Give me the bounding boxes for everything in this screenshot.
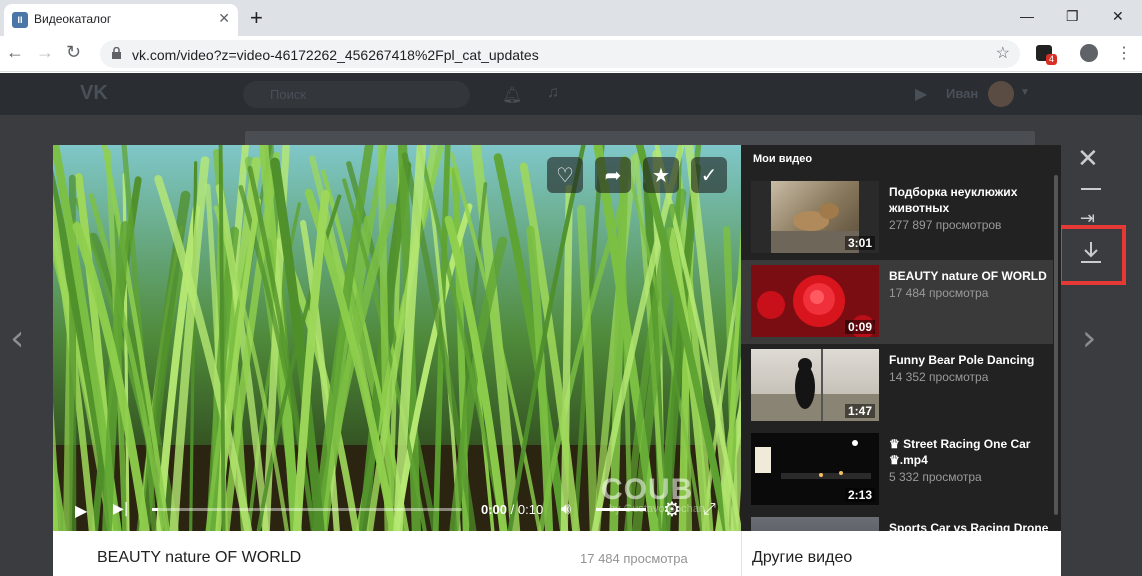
playlist-panel: Мои видео 3:01 Подборка неуклюжих животн…	[741, 145, 1061, 531]
video-player[interactable]: ♡ ➦ ★ ✓ COUB by Gustavo Bochan ▶ ▶| 0:00…	[53, 145, 741, 531]
browser-toolbar: ← → ↻ vk.com/video?z=video-46172262_4562…	[0, 36, 1142, 72]
playlist-item-active[interactable]: 0:09 BEAUTY nature OF WORLD 17 484 просм…	[741, 260, 1053, 344]
video-duration: 3:01	[844, 236, 875, 250]
divider	[741, 531, 742, 576]
video-thumbnail: 2:13	[751, 433, 879, 505]
video-views: 17 484 просмотра	[889, 286, 989, 300]
playlist-item[interactable]: 2:13 ♛ Street Racing One Car ♛.mp4 5 332…	[741, 428, 1053, 512]
browser-tab[interactable]: II Видеокаталог ✕	[4, 4, 238, 36]
video-thumbnail: 0:09	[751, 265, 879, 337]
progress-fill	[152, 508, 159, 511]
volume-icon[interactable]: 🔊︎	[561, 499, 571, 519]
music-note-icon[interactable]: ♫	[547, 84, 559, 102]
favorite-star-icon[interactable]: ★	[643, 157, 679, 193]
url-text: vk.com/video?z=video-46172262_456267418%…	[132, 47, 539, 63]
time-total: / 0:10	[510, 502, 544, 517]
settings-gear-icon[interactable]: ⚙	[663, 497, 681, 521]
avatar[interactable]	[988, 81, 1014, 107]
playlist-item[interactable]: 1:47 Funny Bear Pole Dancing 14 352 прос…	[741, 344, 1053, 428]
tab-close-icon[interactable]: ✕	[218, 10, 230, 27]
reload-button[interactable]: ↻	[66, 42, 81, 63]
next-video-arrow-icon[interactable]: ›	[1082, 318, 1096, 359]
tab-title: Видеокаталог	[34, 12, 112, 26]
video-thumbnail	[751, 517, 879, 531]
video-title[interactable]: Подборка неуклюжих животных	[889, 184, 1049, 216]
vk-favicon-icon: II	[12, 12, 28, 28]
next-track-icon[interactable]: ▶|	[113, 501, 128, 517]
browser-menu-icon[interactable]: ⋮	[1116, 43, 1132, 63]
video-info-bar: BEAUTY nature OF WORLD 17 484 просмотра …	[53, 531, 1061, 576]
video-title[interactable]: Sports Car vs Racing Drone	[889, 520, 1049, 531]
player-controls: ▶ ▶| 0:00 / 0:10 🔊︎ ⚙ ⤢	[53, 485, 741, 531]
video-thumbnail: 3:01	[751, 181, 879, 253]
chevron-down-icon[interactable]: ▼	[1020, 87, 1030, 98]
video-title[interactable]: BEAUTY nature OF WORLD	[889, 268, 1049, 284]
other-videos-heading[interactable]: Другие видео	[752, 549, 852, 567]
window-minimize-button[interactable]: —	[1020, 8, 1034, 24]
vk-search-placeholder: Поиск	[270, 87, 307, 102]
window-close-button[interactable]: ✕	[1112, 8, 1124, 25]
playlist-title: Мои видео	[753, 153, 813, 165]
minimize-player-icon[interactable]	[1081, 188, 1101, 190]
previous-video-arrow-icon[interactable]: ‹	[10, 318, 24, 359]
bookmark-star-icon[interactable]: ☆	[996, 43, 1010, 63]
vk-logo[interactable]: VK	[80, 82, 108, 105]
video-duration: 1:47	[844, 404, 875, 418]
window-restore-button[interactable]: ❐	[1066, 8, 1079, 25]
progress-bar[interactable]	[152, 508, 462, 511]
video-views: 14 352 просмотра	[889, 370, 989, 384]
like-heart-icon[interactable]: ♡	[547, 157, 583, 193]
notifications-bell-icon[interactable]: 🔔︎	[502, 85, 522, 105]
video-duration: 2:13	[844, 488, 875, 502]
playlist-item[interactable]: 3:01 Подборка неуклюжих животных 277 897…	[741, 176, 1053, 260]
new-tab-button[interactable]: +	[250, 6, 263, 30]
playlist-item[interactable]: Sports Car vs Racing Drone	[741, 512, 1053, 531]
vk-header: VK Поиск 🔔︎ ♫ ▶ Иван ▼	[0, 73, 1142, 115]
video-info-views: 17 484 просмотра	[580, 551, 688, 566]
video-duration: 0:09	[844, 320, 875, 334]
video-views: 277 897 просмотров	[889, 218, 1002, 232]
time-current: 0:00	[481, 502, 508, 517]
profile-icon[interactable]	[1080, 44, 1098, 62]
lock-icon	[112, 47, 121, 59]
share-icon[interactable]: ➦	[595, 157, 631, 193]
browser-titlebar: II Видеокаталог ✕ + — ❐ ✕	[0, 0, 1142, 36]
extension-badge: 4	[1046, 54, 1058, 65]
video-thumbnail: 1:47	[751, 349, 879, 421]
fullscreen-icon[interactable]: ⤢	[703, 499, 716, 519]
back-button[interactable]: ←	[6, 42, 24, 63]
volume-slider[interactable]	[596, 508, 646, 511]
video-title[interactable]: Funny Bear Pole Dancing	[889, 352, 1049, 368]
play-icon[interactable]: ▶	[75, 501, 87, 520]
add-check-icon[interactable]: ✓	[691, 157, 727, 193]
video-views: 5 332 просмотра	[889, 470, 982, 484]
audio-play-icon[interactable]: ▶	[915, 84, 927, 104]
close-player-icon[interactable]: ✕	[1077, 146, 1099, 172]
address-bar[interactable]: vk.com/video?z=video-46172262_456267418%…	[100, 40, 1020, 68]
playlist-scrollbar[interactable]	[1054, 175, 1058, 515]
video-title[interactable]: ♛ Street Racing One Car ♛.mp4	[889, 436, 1049, 468]
video-info-title: BEAUTY nature OF WORLD	[97, 549, 302, 566]
forward-button[interactable]: →	[36, 42, 54, 63]
time-display: 0:00 / 0:10	[481, 502, 543, 517]
vk-user-name[interactable]: Иван	[946, 86, 978, 101]
download-icon[interactable]	[1080, 241, 1102, 265]
